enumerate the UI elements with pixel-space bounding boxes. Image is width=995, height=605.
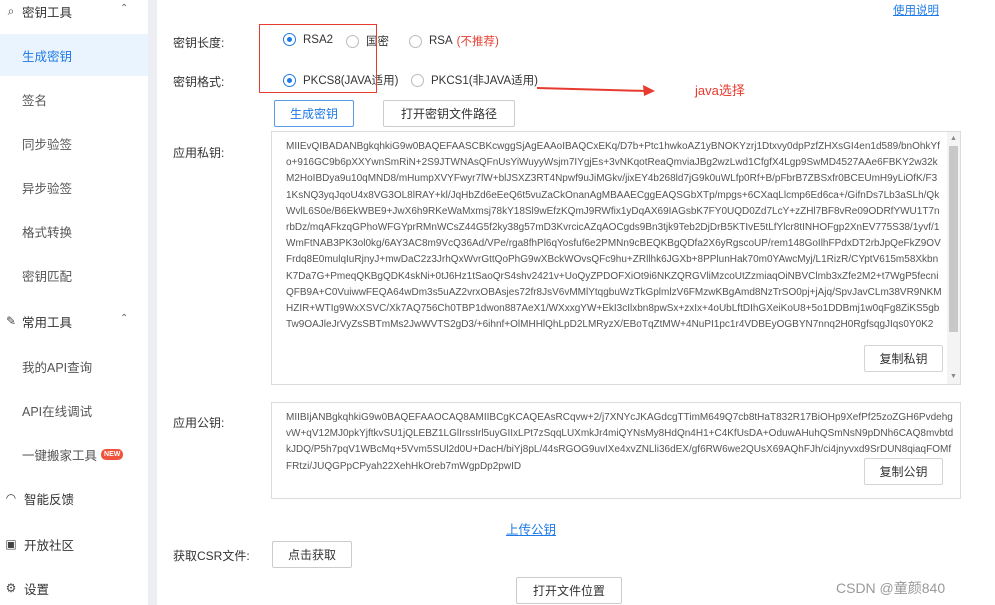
public-key-label: 应用公钥: (173, 416, 225, 430)
wrench-icon: ✎ (5, 314, 17, 328)
sidebar-item-label: 密钥匹配 (22, 269, 73, 284)
watermark: CSDN @童颜840 (836, 580, 946, 596)
radio-dot (411, 73, 424, 87)
sidebar-item-api-debug[interactable]: API在线调试 (0, 389, 148, 431)
sidebar-item-label: 一键搬家工具 (22, 448, 98, 463)
sidebar-item-sign[interactable]: 签名 (0, 78, 148, 120)
sidebar-item-label: 我的API查询 (22, 360, 93, 375)
sidebar-item-label: 同步验签 (22, 137, 73, 152)
sidebar-item-my-api[interactable]: 我的API查询 (0, 345, 148, 387)
public-key-text: MIIBIjANBgkqhkiG9w0BAQEFAAOCAQ8AMIIBCgKC… (286, 412, 954, 472)
sidebar-item-label: 设置 (24, 582, 50, 597)
copy-private-key-button[interactable]: 复制私钥 (864, 345, 943, 372)
rsa-warning: (不推荐) (456, 36, 499, 48)
sidebar-item-generate-key[interactable]: 生成密钥 (0, 34, 148, 76)
upload-public-key-link[interactable]: 上传公钥 (506, 519, 556, 538)
copy-public-key-button[interactable]: 复制公钥 (864, 458, 943, 485)
sidebar-item-label: 异步验签 (22, 181, 73, 196)
radio-label: RSA (429, 35, 453, 47)
scroll-down-icon[interactable]: ▼ (949, 372, 958, 382)
java-annotation: java选择 (695, 83, 745, 98)
highlight-box (259, 24, 377, 93)
scrollbar-thumb[interactable] (949, 146, 958, 332)
sidebar-group-key-tools[interactable]: ⌕ 密钥工具 ⌃ (0, 0, 148, 25)
sidebar-divider (148, 0, 157, 605)
sidebar-group-label: 常用工具 (22, 315, 73, 330)
sidebar-group-label: 密钥工具 (22, 5, 73, 20)
sidebar-item-label: 智能反馈 (24, 492, 75, 507)
radio-label: PKCS1(非JAVA适用) (431, 75, 538, 87)
search-icon: ⌕ (7, 3, 15, 18)
get-csr-button[interactable]: 点击获取 (272, 541, 352, 568)
sidebar-item-settings[interactable]: ⚙ 设置 (0, 574, 49, 602)
sidebar-item-label: 开放社区 (24, 538, 75, 553)
annotation-arrow-icon (537, 85, 655, 96)
help-link[interactable]: 使用说明 (893, 2, 939, 18)
gear-icon: ⚙ (5, 581, 17, 595)
key-length-label: 密钥长度: (173, 36, 225, 50)
private-key-textarea[interactable]: MIIEvQIBADANBgkqhkiG9w0BAQEFAASCBKcwggSj… (271, 131, 961, 385)
sidebar-item-label: API在线调试 (22, 404, 93, 419)
radio-pkcs1[interactable]: PKCS1(非JAVA适用) (411, 72, 538, 88)
key-format-label: 密钥格式: (173, 75, 225, 89)
sidebar-item-async-verify[interactable]: 异步验签 (0, 166, 148, 208)
sidebar-item-label: 格式转换 (22, 225, 73, 240)
sidebar-item-label: 生成密钥 (22, 49, 73, 64)
chevron-up-icon: ⌃ (120, 3, 129, 14)
private-key-text: MIIEvQIBADANBgkqhkiG9w0BAQEFAASCBKcwggSj… (286, 141, 942, 331)
scrollbar[interactable]: ▲ ▼ (947, 132, 960, 384)
sidebar-item-label: 签名 (22, 93, 48, 108)
chevron-up-icon: ⌃ (120, 313, 129, 324)
open-key-path-button[interactable]: 打开密钥文件路径 (383, 100, 515, 127)
sidebar-item-community[interactable]: ▣ 开放社区 (0, 530, 74, 558)
radio-dot (409, 34, 422, 48)
sidebar-group-common-tools[interactable]: ✎ 常用工具 ⌃ (0, 307, 148, 335)
private-key-label: 应用私钥: (173, 146, 225, 160)
radio-rsa[interactable]: RSA (不推荐) (409, 33, 499, 49)
sidebar-item-format-convert[interactable]: 格式转换 (0, 210, 148, 252)
open-file-location-button[interactable]: 打开文件位置 (516, 577, 622, 604)
new-badge: NEW (101, 448, 124, 460)
sidebar-item-key-match[interactable]: 密钥匹配 (0, 254, 148, 296)
public-key-textarea[interactable]: MIIBIjANBgkqhkiG9w0BAQEFAAOCAQ8AMIIBCgKC… (271, 402, 961, 499)
sidebar-item-feedback[interactable]: ◠ 智能反馈 (0, 484, 74, 512)
community-icon: ▣ (5, 537, 17, 551)
sidebar-item-migration-tool[interactable]: 一键搬家工具 NEW (0, 433, 148, 475)
sidebar-item-sync-verify[interactable]: 同步验签 (0, 122, 148, 164)
sidebar: ⌕ 密钥工具 ⌃ 生成密钥 签名 同步验签 异步验签 格式转换 密钥匹配 ✎ 常… (0, 0, 148, 605)
main-panel: 使用说明 密钥长度: RSA2 国密 RSA (不推荐) 密钥格式: PKCS8… (157, 0, 995, 605)
csr-label: 获取CSR文件: (173, 549, 250, 563)
headset-icon: ◠ (5, 491, 17, 505)
generate-key-button[interactable]: 生成密钥 (274, 100, 354, 127)
scroll-up-icon[interactable]: ▲ (949, 134, 958, 144)
